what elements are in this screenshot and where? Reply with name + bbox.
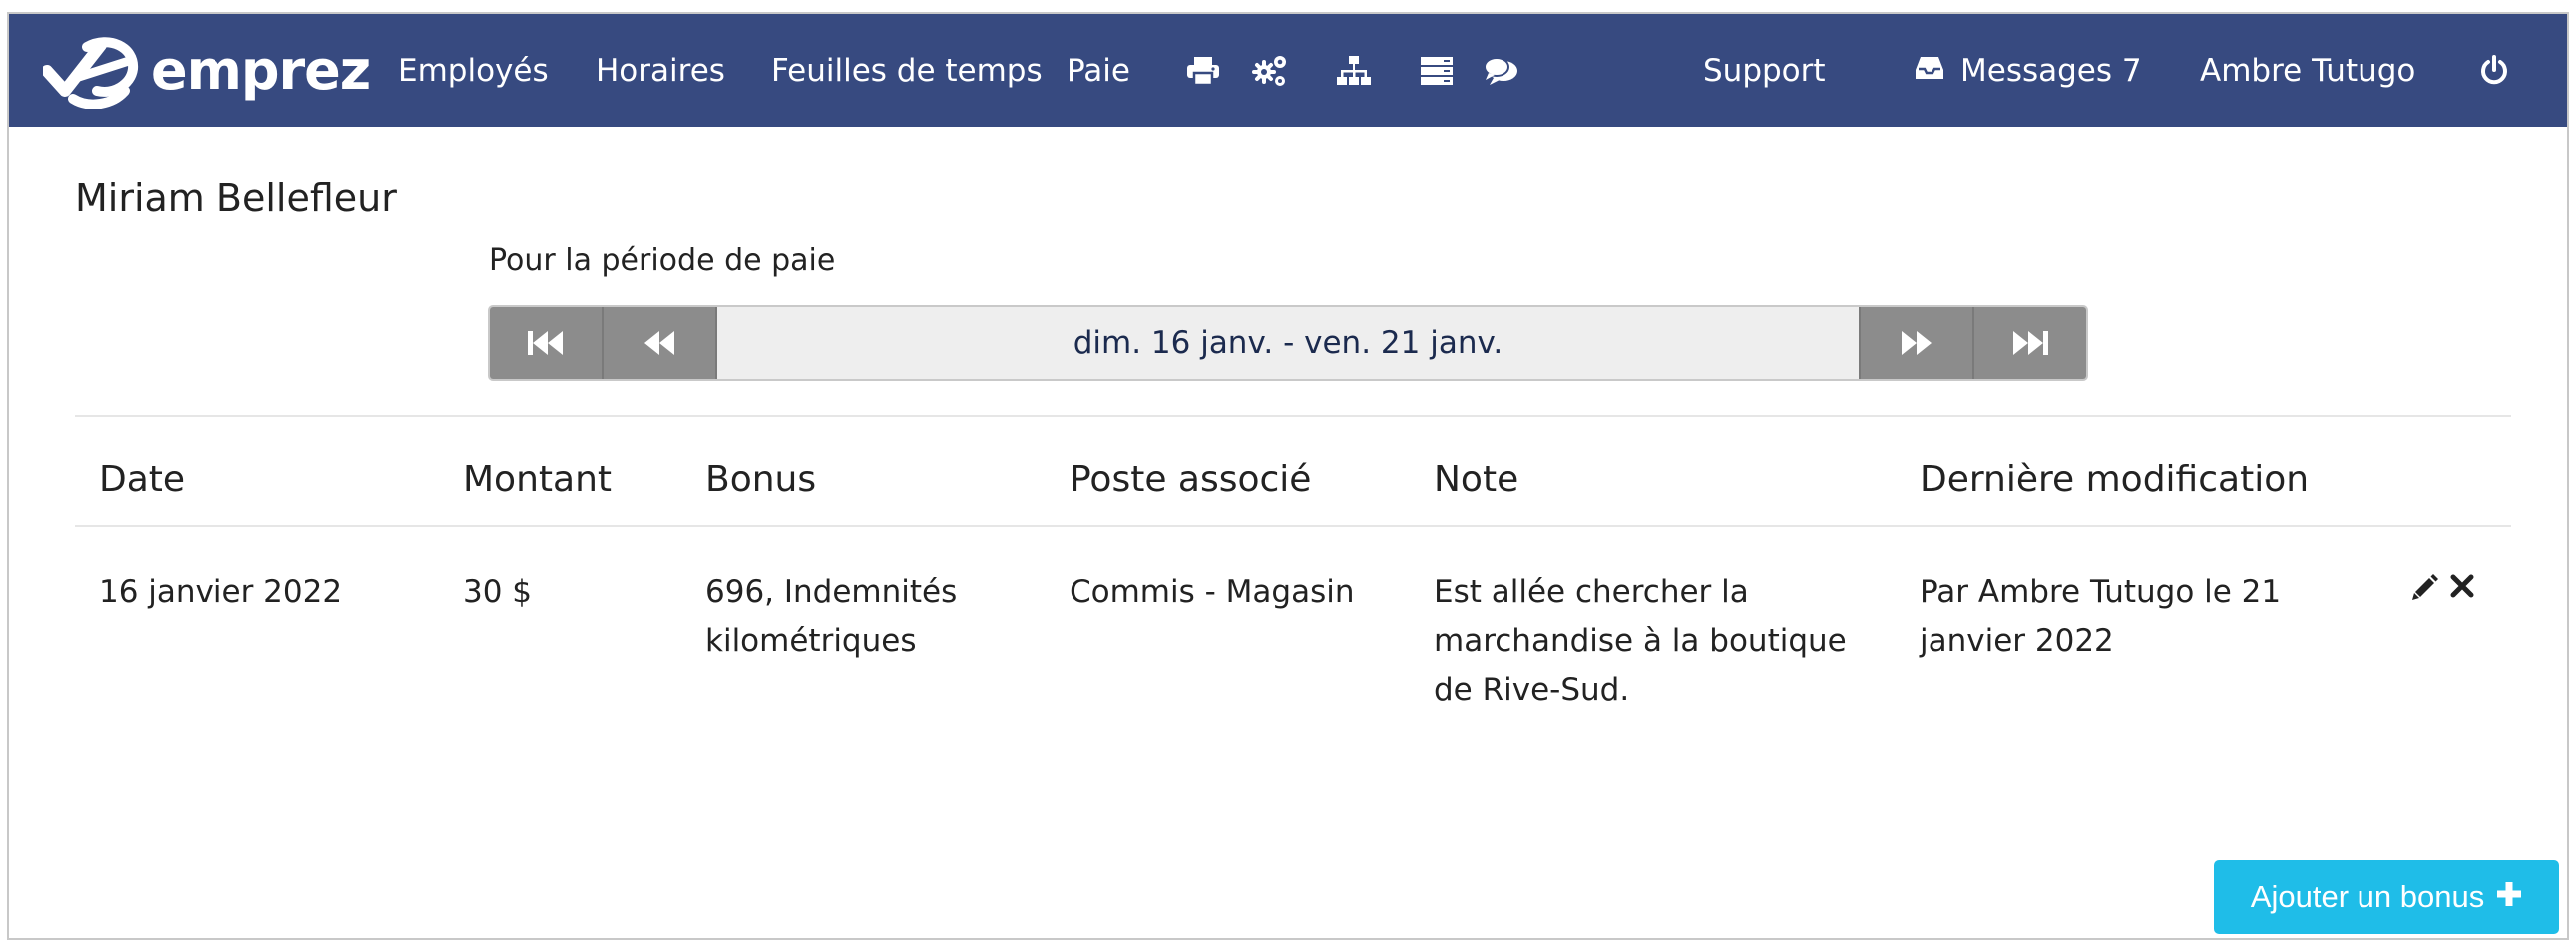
brand-logo[interactable]: emprez [43, 14, 371, 127]
add-bonus-label: Ajouter un bonus [2250, 879, 2485, 914]
cell-position: Commis - Magasin [1070, 574, 1355, 610]
last-period-button[interactable] [1972, 307, 2086, 379]
forward-icon [1902, 331, 1932, 355]
pay-period-label: Pour la période de paie [489, 243, 836, 278]
messages-link[interactable]: Messages 7 [1915, 14, 2142, 127]
row-actions [2411, 573, 2475, 605]
cell-date: 16 janvier 2022 [99, 574, 343, 610]
section-divider [75, 415, 2511, 417]
previous-period-button[interactable] [604, 307, 717, 379]
plus-icon [2496, 879, 2522, 915]
cell-note: Est allée chercher la marchandise à la b… [1434, 574, 1847, 708]
cell-amount: 30 $ [463, 574, 533, 610]
cell-last-modified: Par Ambre Tutugo le 21 janvier 2022 [1920, 574, 2282, 659]
power-icon[interactable] [2479, 14, 2509, 127]
header-amount: Montant [463, 459, 613, 500]
step-forward-icon [2013, 331, 2048, 355]
add-bonus-button[interactable]: Ajouter un bonus [2214, 860, 2559, 934]
nav-link-support[interactable]: Support [1703, 14, 1826, 127]
app-frame: emprez Employés Horaires Feuilles de tem… [7, 12, 2569, 940]
next-period-button[interactable] [1859, 307, 1972, 379]
header-divider [75, 525, 2511, 527]
user-menu[interactable]: Ambre Tutugo [2200, 14, 2415, 127]
header-position: Poste associé [1070, 459, 1312, 500]
times-icon[interactable] [2449, 573, 2475, 605]
step-backward-icon [528, 331, 563, 355]
messages-label: Messages 7 [1960, 52, 2142, 89]
print-icon[interactable] [1186, 14, 1220, 127]
pay-period-navigator: dim. 16 janv. - ven. 21 janv. [488, 305, 2088, 381]
cell-bonus: 696, Indemnités kilométriques [705, 574, 958, 659]
cogs-icon[interactable] [1250, 14, 1288, 127]
top-navbar: emprez Employés Horaires Feuilles de tem… [9, 14, 2567, 127]
emprez-logo-icon [43, 36, 139, 109]
comments-icon[interactable] [1484, 14, 1519, 127]
sitemap-icon[interactable] [1336, 14, 1372, 127]
pencil-icon[interactable] [2411, 573, 2439, 605]
nav-link-employees[interactable]: Employés [398, 14, 549, 127]
backward-icon [644, 331, 674, 355]
nav-link-pay[interactable]: Paie [1067, 14, 1130, 127]
pay-period-range[interactable]: dim. 16 janv. - ven. 21 janv. [717, 307, 1859, 379]
employee-name: Miriam Bellefleur [75, 176, 397, 220]
nav-link-timesheets[interactable]: Feuilles de temps [771, 14, 1043, 127]
inbox-icon [1915, 53, 1944, 89]
nav-link-schedules[interactable]: Horaires [596, 14, 725, 127]
first-period-button[interactable] [490, 307, 604, 379]
header-last-modified: Dernière modification [1920, 459, 2310, 500]
header-date: Date [99, 459, 186, 500]
header-note: Note [1434, 459, 1519, 500]
server-icon[interactable] [1420, 14, 1454, 127]
brand-name: emprez [151, 39, 371, 102]
header-bonus: Bonus [705, 459, 817, 500]
